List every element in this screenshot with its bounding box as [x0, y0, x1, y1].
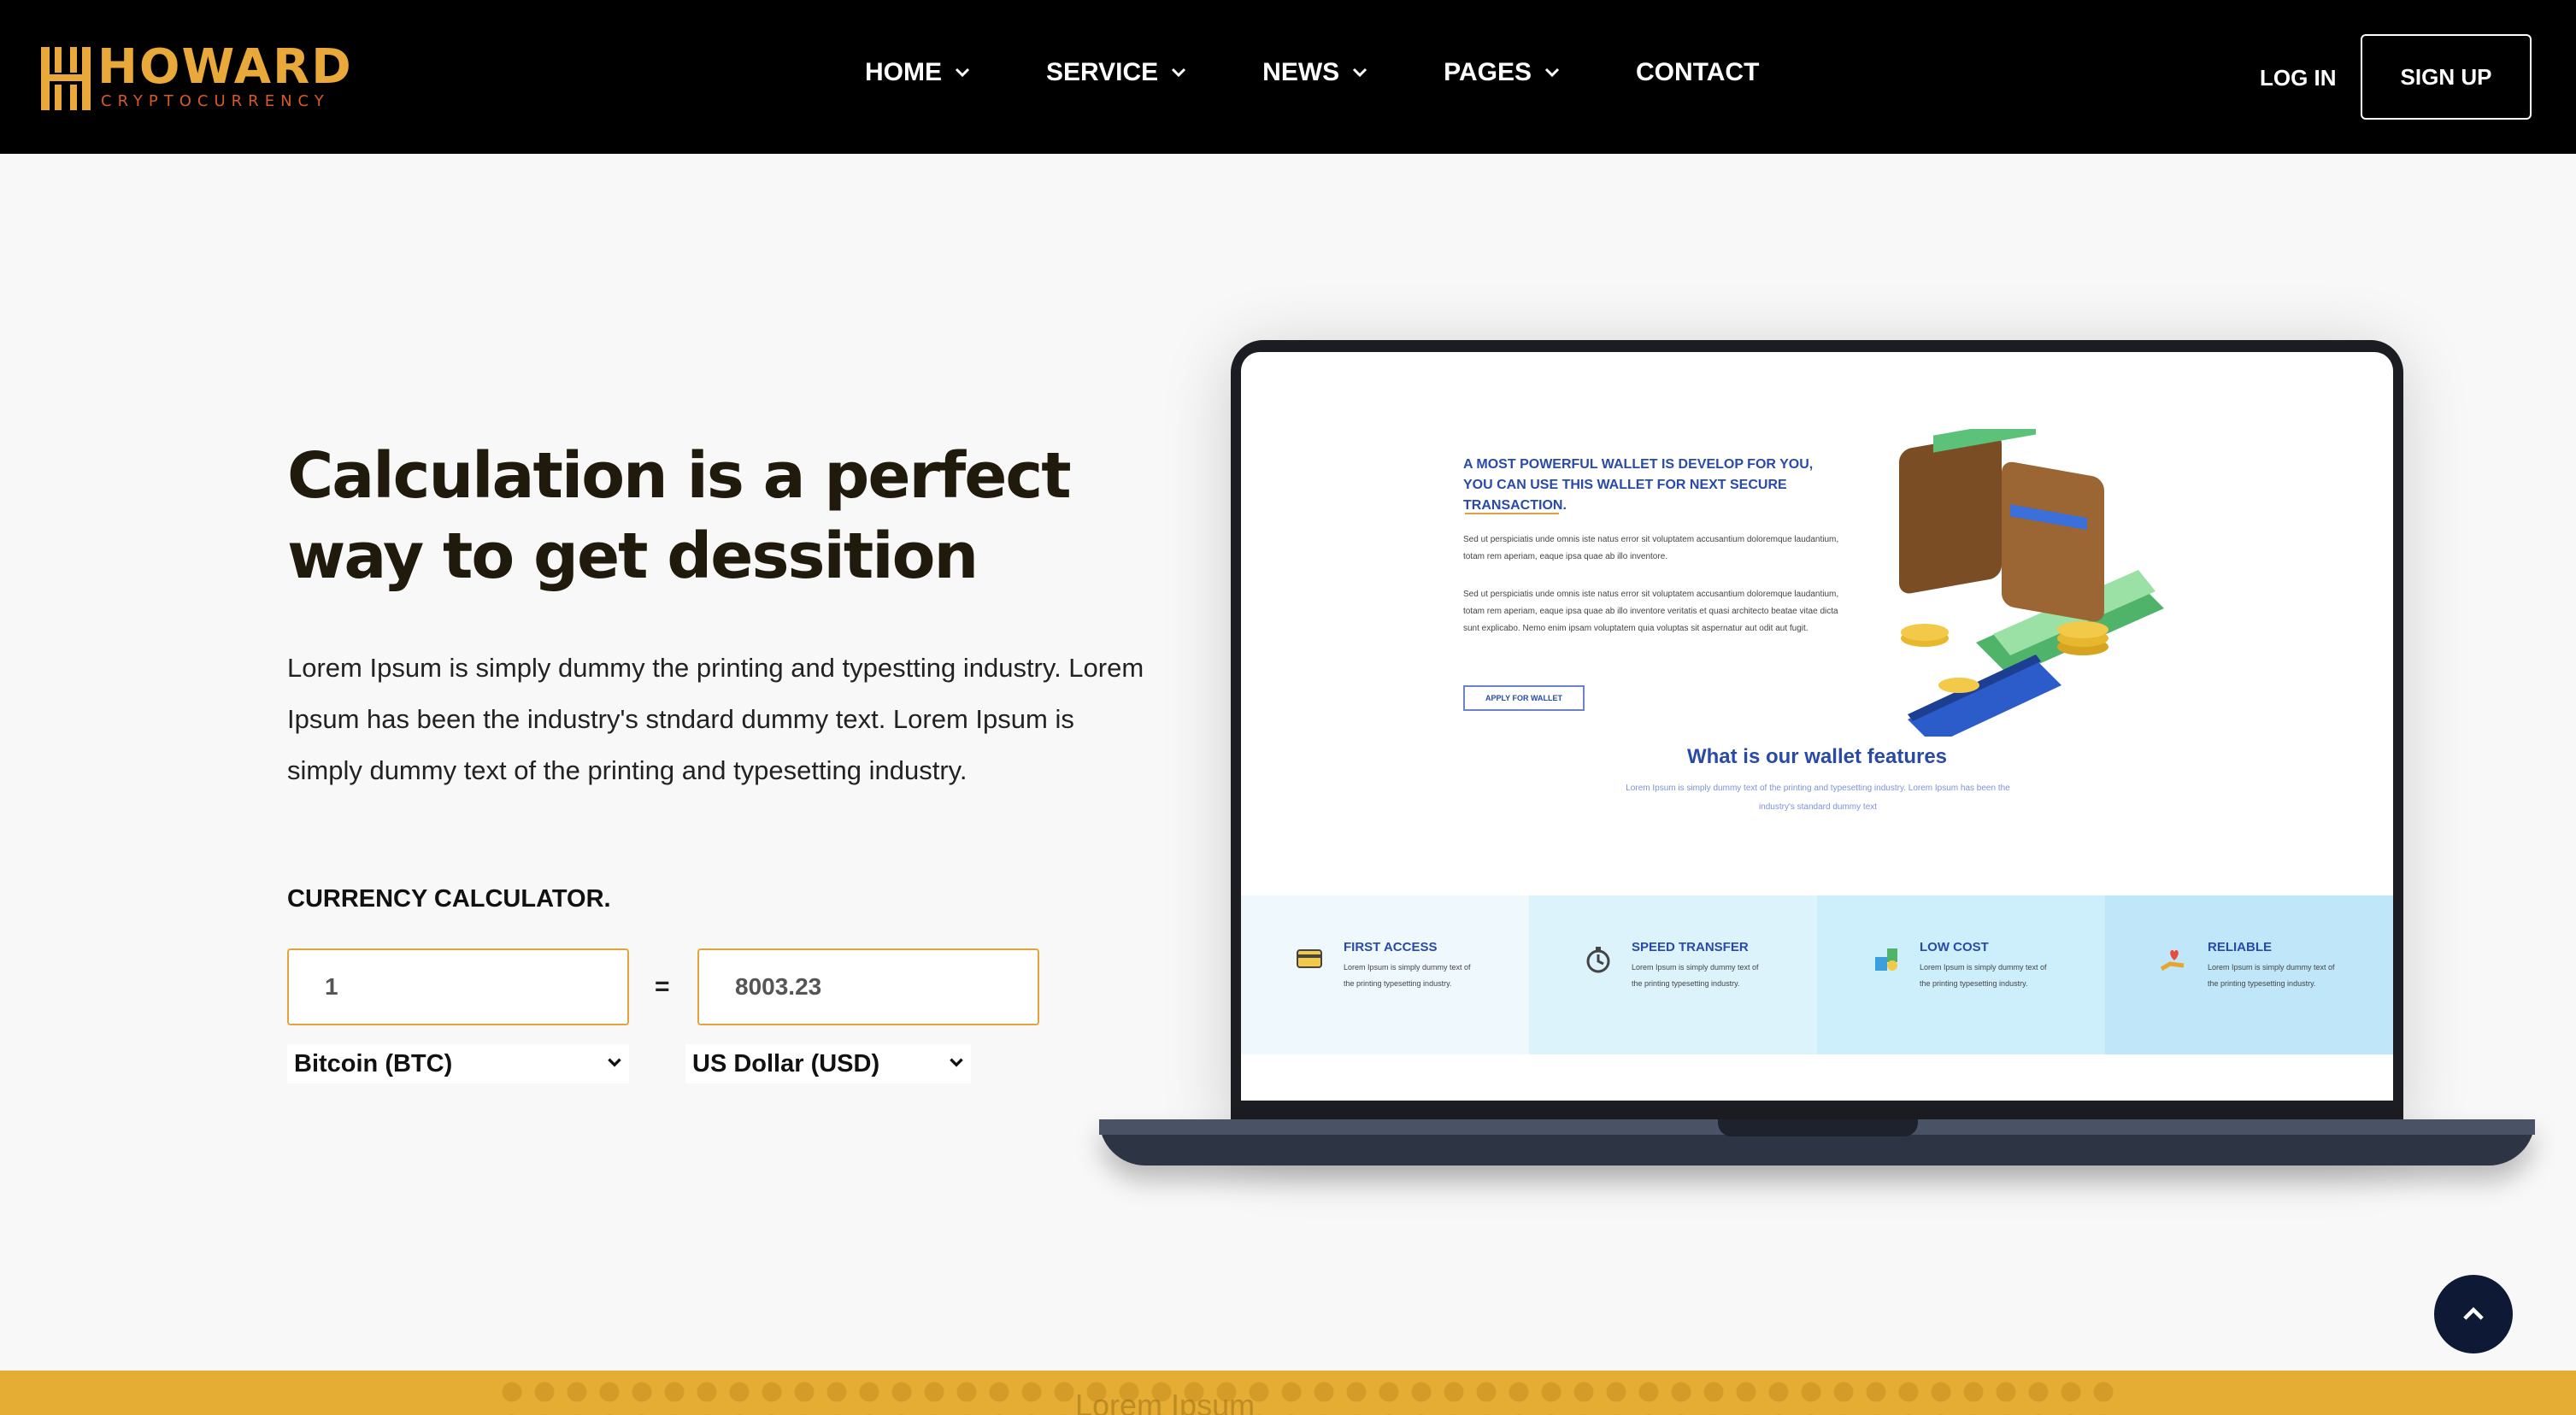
screen-headline-line: YOU CAN USE THIS WALLET FOR NEXT SECURE … [1463, 478, 1787, 513]
scroll-to-top-button[interactable] [2434, 1275, 2513, 1353]
feature-card-text: Lorem Ipsum is simply dummy text of the … [1920, 963, 2047, 988]
chevron-down-icon [954, 64, 971, 81]
from-currency-value: Bitcoin (BTC) [294, 1049, 453, 1077]
feature-card-text: Lorem Ipsum is simply dummy text of the … [1632, 963, 1759, 988]
features-title: What is our wallet features [1686, 745, 1948, 768]
feature-card-text: Lorem Ipsum is simply dummy text of the … [1344, 963, 1471, 988]
nav-item-label: NEWS [1262, 58, 1340, 86]
screen-divider [1465, 513, 1559, 514]
feature-card: SPEED TRANSFER Lorem Ipsum is simply dum… [1529, 895, 1817, 1054]
brand-logo[interactable]: HOWARD CRYPTOCURRENCY [41, 43, 353, 111]
heart-hand-icon [2160, 949, 2185, 972]
to-currency-value: US Dollar (USD) [692, 1049, 880, 1077]
screen-headline: A MOST POWERFUL WALLET IS DEVELOP FOR YO… [1463, 455, 1891, 516]
nav-item-news[interactable]: NEWS [1262, 58, 1368, 87]
stopwatch-icon [1586, 947, 1610, 973]
laptop-notch [1718, 1119, 1918, 1136]
from-amount-input[interactable]: 1 [287, 948, 629, 1025]
screen-headline-line: A MOST POWERFUL WALLET IS DEVELOP FOR YO… [1463, 457, 1814, 472]
nav-item-home[interactable]: HOME [865, 58, 971, 87]
nav-item-service[interactable]: SERVICE [1046, 58, 1187, 87]
feature-card-title: RELIABLE [2208, 940, 2272, 954]
nav-item-label: HOME [865, 58, 942, 86]
chevron-down-icon [1351, 64, 1368, 81]
strip-text: Lorem Ipsum [1075, 1388, 1256, 1415]
login-link[interactable]: LOG IN [2260, 65, 2337, 91]
nav-item-label: PAGES [1444, 58, 1532, 86]
screen-paragraph: Sed ut perspiciatis unde omnis iste natu… [1463, 590, 1839, 633]
brand-name: HOWARD [97, 38, 353, 95]
features-subtitle: Lorem Ipsum is simply dummy text of the … [1626, 784, 2010, 812]
nav-item-label: CONTACT [1635, 58, 1760, 86]
screen-paragraph: Sed ut perspiciatis unde omnis iste natu… [1463, 535, 1839, 561]
wallet-illustration [1899, 429, 2164, 737]
nav-item-pages[interactable]: PAGES [1444, 58, 1561, 87]
from-currency-select[interactable]: Bitcoin (BTC) [287, 1044, 629, 1083]
chevron-up-icon [2463, 1306, 2484, 1320]
feature-cards: FIRST ACCESS Lorem Ipsum is simply dummy… [1241, 895, 2393, 1054]
chevron-down-icon [1544, 64, 1561, 81]
main-nav: HOME SERVICE NEWS PAGES CONTACT [865, 58, 1759, 87]
hero-description: Lorem Ipsum is simply dummy the printing… [287, 653, 1144, 785]
chevron-down-icon [1170, 64, 1187, 81]
hero-title: Calculation is a perfect way to get dess… [287, 439, 1072, 593]
to-amount-input[interactable]: 8003.23 [697, 948, 1039, 1025]
logo-mark-icon [41, 44, 91, 110]
nav-item-contact[interactable]: CONTACT [1636, 58, 1759, 87]
next-section-strip: Lorem Ipsum [0, 1371, 2576, 1415]
equals-sign: = [655, 972, 670, 1001]
apply-wallet-button: APPLY FOR WALLET [1463, 685, 1585, 711]
top-navbar: HOWARD CRYPTOCURRENCY HOME SERVICE NEWS … [0, 0, 2576, 154]
feature-card-text: Lorem Ipsum is simply dummy text of the … [2208, 963, 2335, 988]
coins-icon [1875, 948, 1897, 971]
laptop-screen: A MOST POWERFUL WALLET IS DEVELOP FOR YO… [1241, 352, 2393, 1101]
signup-button[interactable]: SIGN UP [2361, 34, 2532, 120]
feature-card: LOW COST Lorem Ipsum is simply dummy tex… [1817, 895, 2105, 1054]
feature-card: FIRST ACCESS Lorem Ipsum is simply dummy… [1241, 895, 1529, 1054]
feature-card: RELIABLE Lorem Ipsum is simply dummy tex… [2105, 895, 2393, 1054]
feature-card-title: SPEED TRANSFER [1632, 940, 1749, 954]
brand-tagline: CRYPTOCURRENCY [101, 91, 330, 110]
feature-card-title: FIRST ACCESS [1344, 940, 1438, 954]
card-icon [1297, 949, 1322, 968]
to-currency-select[interactable]: US Dollar (USD) [685, 1044, 971, 1083]
strip-pattern [496, 1376, 2120, 1415]
calculator-label: CURRENCY CALCULATOR. [287, 885, 611, 913]
chevron-down-icon [947, 1050, 966, 1078]
chevron-down-icon [605, 1050, 624, 1078]
nav-item-label: SERVICE [1046, 58, 1159, 86]
feature-card-title: LOW COST [1920, 940, 1989, 954]
